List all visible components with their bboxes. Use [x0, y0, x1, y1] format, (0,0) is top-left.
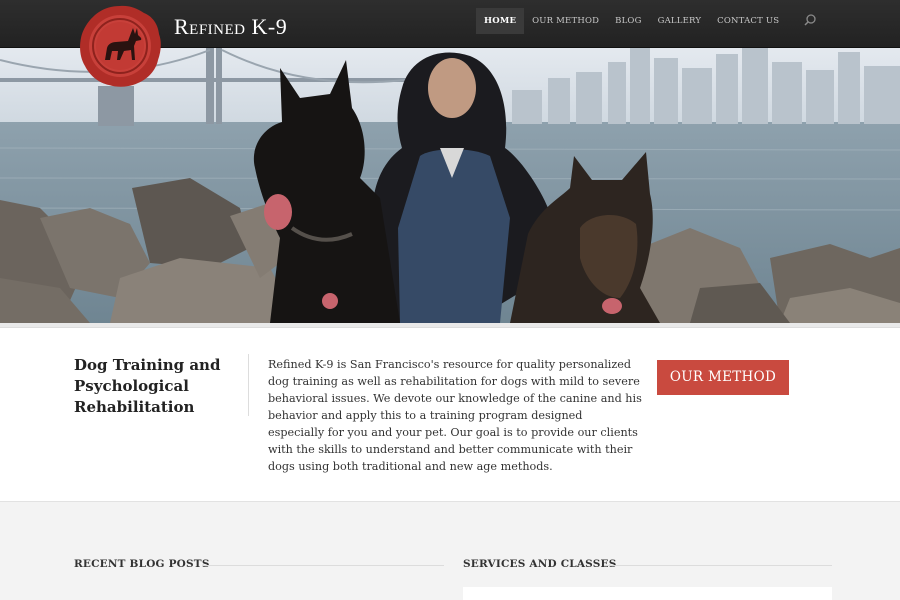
content-columns: RECENT BLOG POSTS SERVICES AND CLASSES: [0, 503, 900, 600]
nav-item-our-method[interactable]: OUR METHOD: [524, 8, 607, 34]
services-card: [463, 587, 832, 600]
hero-photo-illustration: [0, 48, 900, 323]
services-and-classes-heading: SERVICES AND CLASSES: [463, 558, 617, 570]
intro-description: Refined K-9 is San Francisco's resource …: [268, 358, 642, 473]
nav-item-gallery[interactable]: GALLERY: [650, 8, 710, 34]
services-heading-rule: [604, 565, 832, 566]
hero-image: [0, 48, 900, 323]
recent-blog-posts-heading: RECENT BLOG POSTS: [74, 558, 210, 570]
nav-item-blog[interactable]: BLOG: [607, 8, 649, 34]
vertical-divider: [248, 354, 249, 416]
main-menu: HOME OUR METHOD BLOG GALLERY CONTACT US: [476, 8, 787, 34]
nav-item-contact-us[interactable]: CONTACT US: [709, 8, 787, 34]
brand-name[interactable]: Refined K-9: [174, 14, 287, 40]
intro-heading: Dog Training and Psychological Rehabilit…: [74, 356, 221, 416]
search-icon[interactable]: [803, 13, 817, 27]
blog-heading-rule: [202, 565, 444, 566]
dog-wax-seal-icon[interactable]: [78, 4, 162, 88]
intro-section: Dog Training and Psychological Rehabilit…: [0, 328, 900, 502]
nav-item-home[interactable]: HOME: [476, 8, 525, 34]
our-method-button[interactable]: OUR METHOD: [657, 360, 789, 395]
